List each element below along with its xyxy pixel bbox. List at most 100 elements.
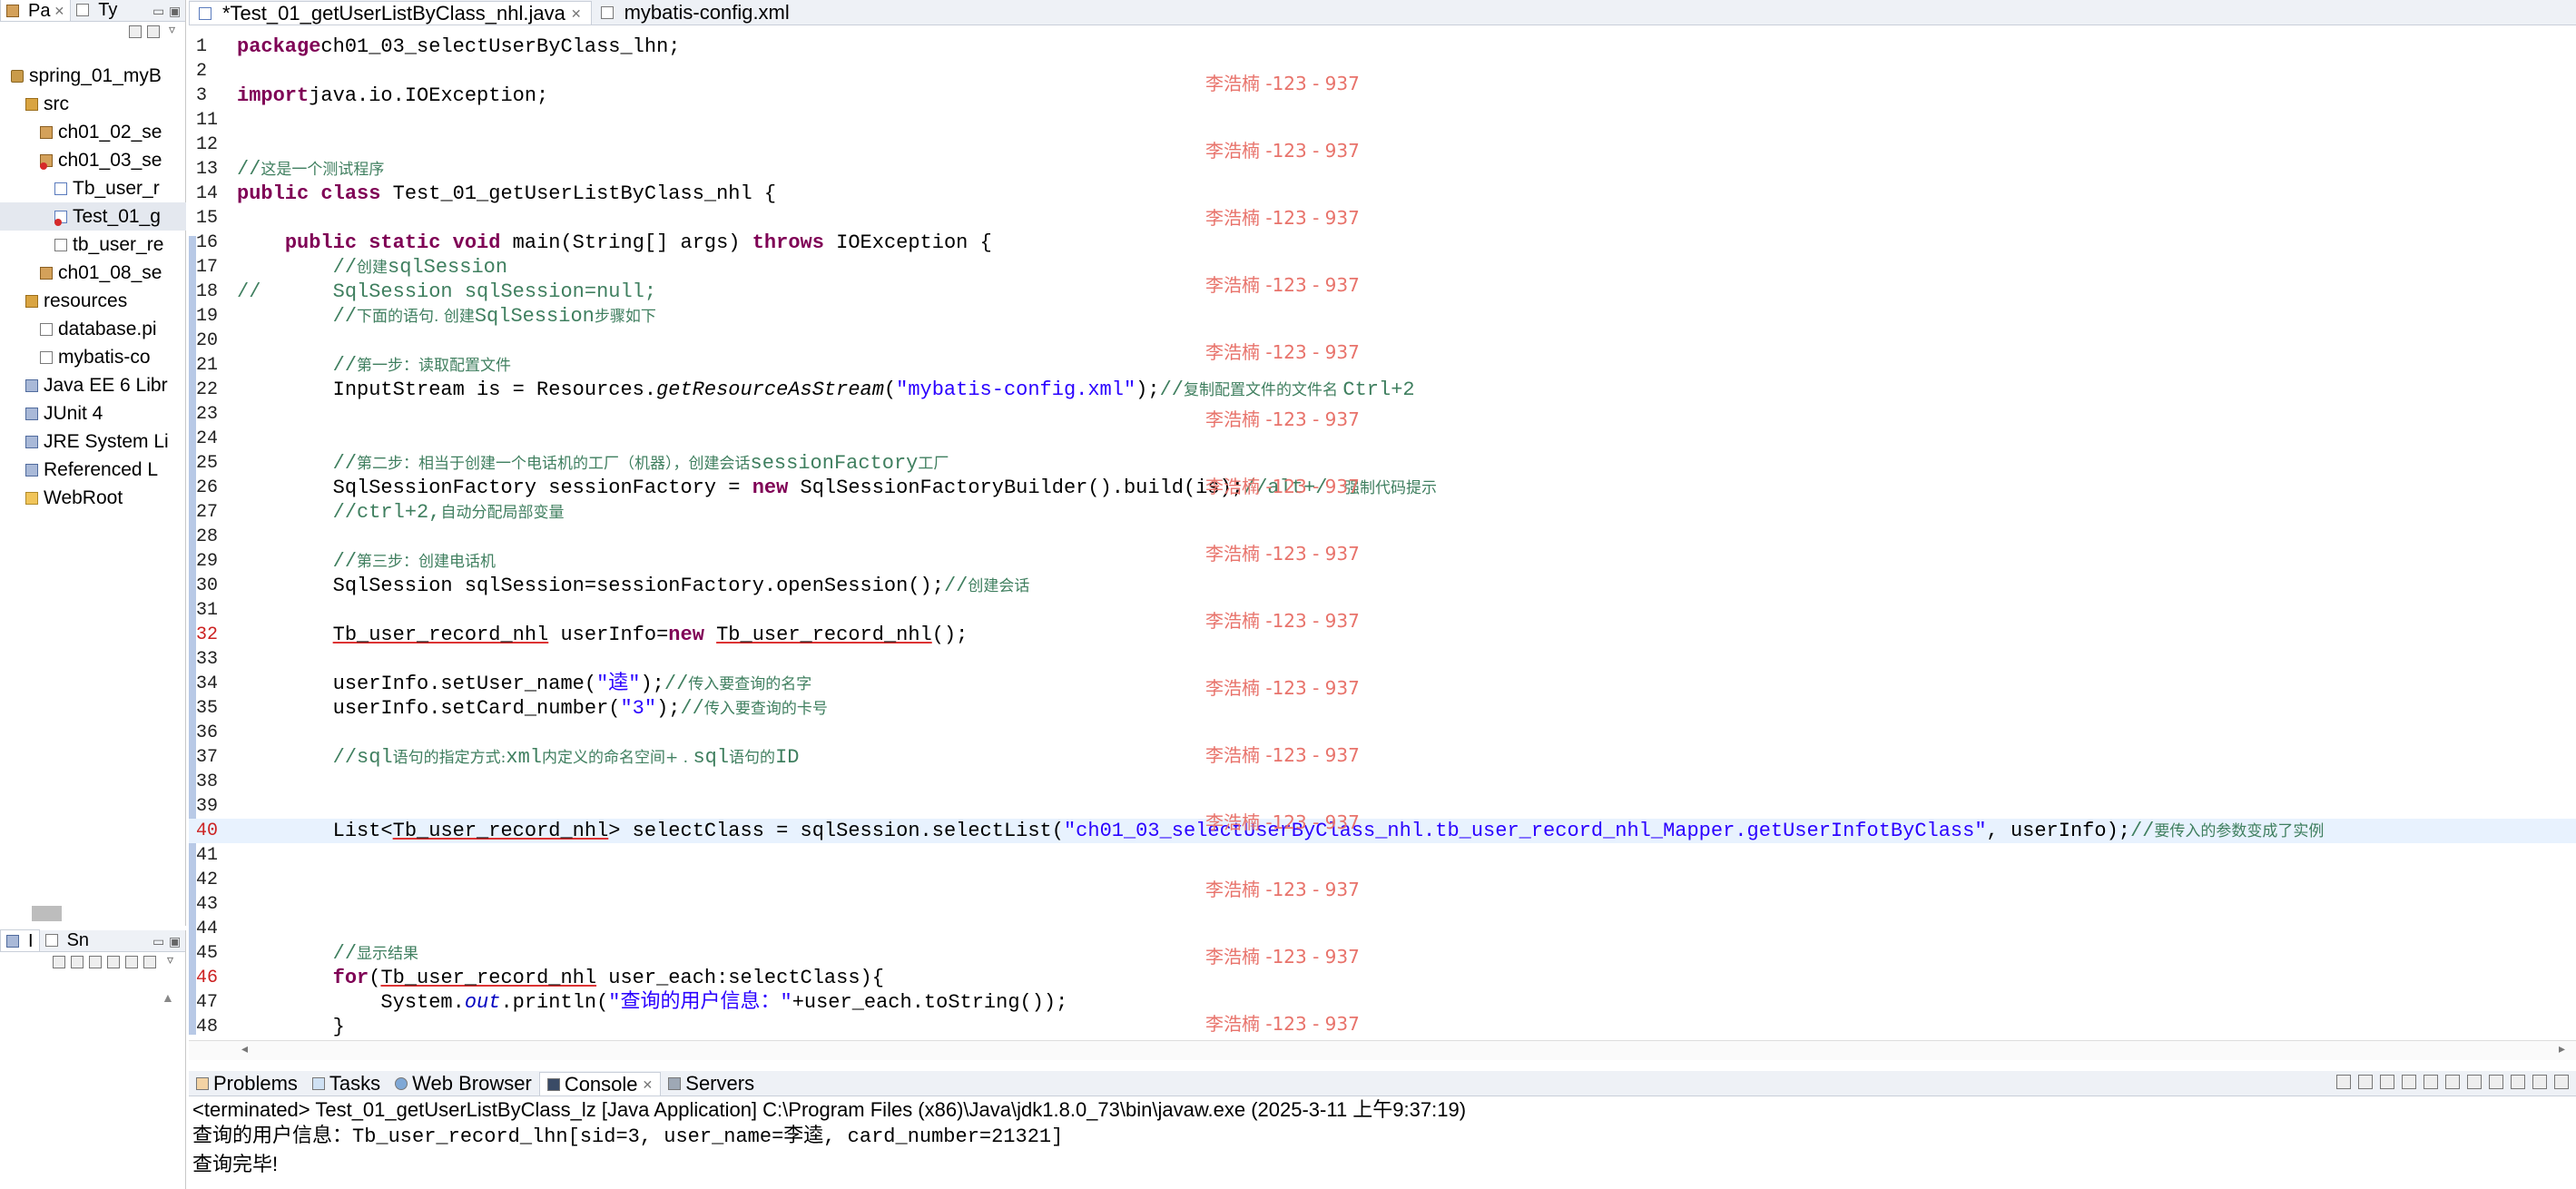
view-menu-icon[interactable]: ▿ — [167, 952, 173, 968]
tree-item[interactable]: Tb_user_r — [0, 174, 186, 202]
tree-item[interactable]: mybatis-co — [0, 343, 186, 371]
tab-type-hierarchy[interactable]: Ty — [71, 0, 123, 21]
grid-icon[interactable] — [143, 956, 156, 968]
project-tree: spring_01_myB src ch01_02_se ch01_03_se Tb_u… — [0, 62, 186, 512]
library-icon — [25, 463, 38, 477]
tree-item-label: Test_01_g — [73, 206, 161, 227]
zoom-out-icon[interactable] — [89, 956, 102, 968]
editor-tab-test-java[interactable]: *Test_01_getUserListByClass_nhl.java ✕ — [189, 1, 592, 25]
code-token: java.io.IOException; — [309, 84, 549, 107]
tree-item[interactable]: JRE System Li — [0, 427, 186, 456]
code-line: 15 — [189, 206, 2576, 231]
pin-console-icon[interactable] — [2467, 1075, 2482, 1089]
editor-tab-mybatis-config[interactable]: mybatis-config.xml — [592, 1, 799, 25]
editor-horizontal-scrollbar[interactable]: ◂ ▸ — [189, 1040, 2576, 1060]
view-menu-icon[interactable]: ▿ — [169, 22, 175, 37]
close-icon[interactable]: ✕ — [54, 0, 64, 22]
zoom-in-icon[interactable] — [71, 956, 84, 968]
line-number: 45 — [196, 943, 219, 964]
code-line: 35 userInfo.setCard_number("3");//传入要查询的… — [189, 696, 2576, 721]
code-token: IOException { — [823, 231, 992, 254]
tab-servers[interactable]: Servers — [661, 1072, 762, 1096]
code-line: 25 //第二步：相当于创建一个电话机的工厂（机器），创建会话sessionFa… — [189, 451, 2576, 476]
scroll-lock-icon[interactable] — [2424, 1075, 2438, 1089]
tree-item[interactable]: Referenced L — [0, 456, 186, 484]
watermark-text: 李浩楠 -123 - 937 — [1205, 341, 1360, 363]
tab-problems[interactable]: Problems — [189, 1072, 305, 1096]
remove-all-icon[interactable] — [2380, 1075, 2394, 1089]
code-token: "查询的用户信息：" — [608, 991, 792, 1014]
scroll-up-arrow-icon[interactable]: ▲ — [162, 990, 174, 1005]
tree-item[interactable]: database.pi — [0, 315, 186, 343]
terminate-icon[interactable] — [2336, 1075, 2351, 1089]
minimize-icon[interactable]: ▭ — [152, 4, 164, 19]
tree-item[interactable]: WebRoot — [0, 484, 186, 512]
close-icon[interactable]: ✕ — [643, 1073, 654, 1096]
remove-launch-icon[interactable] — [2358, 1075, 2373, 1089]
code-line: 36 — [189, 721, 2576, 745]
tab-web-browser[interactable]: Web Browser — [388, 1072, 539, 1096]
line-number: 43 — [196, 894, 219, 915]
word-wrap-icon[interactable] — [2445, 1075, 2460, 1089]
tree-item[interactable]: resources — [0, 287, 186, 315]
code-text: } — [237, 1015, 345, 1037]
fit-icon[interactable] — [107, 956, 120, 968]
tree-item-label: JUnit 4 — [44, 403, 103, 424]
tree-item[interactable]: ch01_02_se — [0, 118, 186, 146]
code-line: 43 — [189, 892, 2576, 917]
maximize-icon[interactable]: ▣ — [169, 4, 181, 19]
code-line: 46 for(Tb_user_record_nhl user_each:sele… — [189, 966, 2576, 990]
line-number: 26 — [196, 477, 219, 498]
editor-tab-label: *Test_01_getUserListByClass_nhl.java — [222, 1, 565, 25]
tab-console[interactable]: Console ✕ — [538, 1072, 662, 1096]
maximize-icon[interactable] — [2554, 1075, 2569, 1089]
open-console-icon[interactable] — [2511, 1075, 2525, 1089]
code-token: 语句的指定方式: — [392, 749, 506, 767]
tab-label: Console — [564, 1072, 638, 1096]
tab-package-explorer[interactable]: Pa ✕ — [0, 0, 72, 22]
line-number: 15 — [196, 208, 219, 229]
display-console-icon[interactable] — [2489, 1075, 2503, 1089]
minimize-icon[interactable]: ▭ — [152, 934, 164, 949]
code-text: //显示结果 — [237, 941, 418, 967]
minimize-icon[interactable] — [2532, 1075, 2547, 1089]
code-line: 1 packagech01_03_selectUserByClass_lhn; — [189, 34, 2576, 59]
tree-item[interactable]: Java EE 6 Libr — [0, 371, 186, 399]
scroll-left-arrow-icon[interactable]: ◂ — [241, 1041, 248, 1056]
tree-item[interactable]: Test_01_g — [0, 202, 186, 231]
scroll-right-arrow-icon[interactable]: ▸ — [2559, 1041, 2565, 1056]
hide-fields-icon[interactable] — [53, 956, 65, 968]
code-token: 这是一个测试程序 — [261, 161, 385, 179]
tab-label: Tasks — [329, 1072, 381, 1095]
code-token: 下面的语句. 创建 — [357, 308, 475, 326]
horizontal-scrollbar-thumb[interactable] — [32, 906, 62, 921]
tree-item[interactable]: tb_user_re — [0, 231, 186, 259]
code-line: 48 } — [189, 1015, 2576, 1037]
tab-snippets[interactable]: Sn — [40, 929, 94, 951]
clear-console-icon[interactable] — [2402, 1075, 2416, 1089]
sync-icon[interactable] — [125, 956, 138, 968]
code-text: for(Tb_user_record_nhl user_each:selectC… — [237, 966, 884, 990]
code-token: ); — [1136, 378, 1160, 401]
code-line: 14 public class Test_01_getUserListByClas… — [189, 182, 2576, 206]
tree-item[interactable]: ch01_08_se — [0, 259, 186, 287]
code-editor[interactable]: 1 packagech01_03_selectUserByClass_lhn; 2 3… — [189, 34, 2576, 1037]
maximize-icon[interactable]: ▣ — [169, 934, 181, 949]
tree-item[interactable]: ch01_03_se — [0, 146, 186, 174]
code-token: 第二步：相当于创建一个电话机的工厂（机器），创建会话 — [357, 455, 751, 473]
close-icon[interactable]: ✕ — [571, 2, 582, 25]
tree-item[interactable]: src — [0, 90, 186, 118]
line-number: 38 — [196, 771, 219, 792]
collapse-all-icon[interactable] — [129, 25, 142, 38]
code-token: // — [943, 575, 968, 597]
java-file-icon — [199, 6, 211, 20]
tree-item[interactable]: JUnit 4 — [0, 399, 186, 427]
tree-item[interactable]: spring_01_myB — [0, 62, 186, 90]
tab-tasks[interactable]: Tasks — [305, 1072, 388, 1096]
link-with-editor-icon[interactable] — [147, 25, 160, 38]
tab-outline[interactable]: I — [0, 929, 40, 951]
